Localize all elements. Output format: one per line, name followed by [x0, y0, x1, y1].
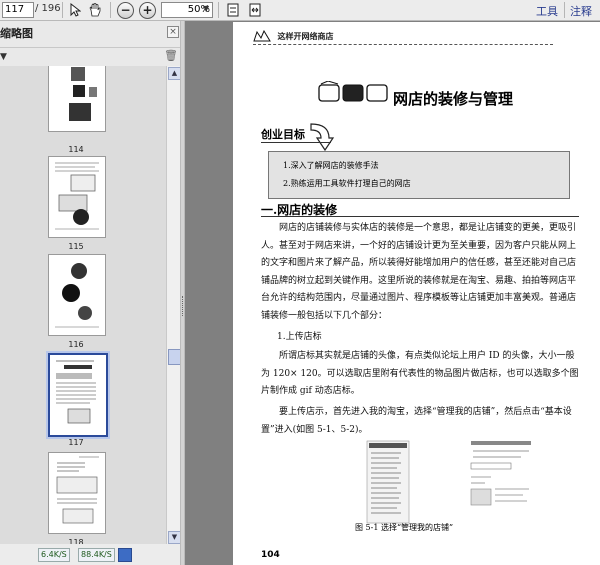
fit-page-icon[interactable]: [224, 1, 242, 19]
figure-screenshot: [361, 437, 539, 525]
thumbnail-page[interactable]: [48, 156, 106, 238]
thumbnail-page[interactable]: [48, 452, 106, 534]
thumbnail-page-number: 117: [68, 438, 84, 447]
body-paragraph: 网店的店铺装修与实体店的装修是一个意思，都是让店铺变的更美，更吸引人。甚至对于网…: [261, 223, 577, 321]
toolbar-separator: [62, 2, 63, 18]
comment-menu[interactable]: 注释: [570, 3, 592, 19]
section-rule: [261, 216, 579, 217]
document-page: 这样开网络商店 网店的装修与管理 创业目标 1.深入了解网店的装修手法 2.熟练…: [233, 22, 600, 565]
thumbnail-page[interactable]: [48, 66, 106, 132]
options-chevron-icon[interactable]: ▼: [0, 52, 7, 62]
thumbnail-page-number: 115: [68, 242, 84, 251]
body-paragraph: 所谓店标其实就是店铺的头像，有点类似论坛上用户 ID 的头像，大小一般为 120…: [261, 351, 579, 396]
goal-item: 1.深入了解网店的装修手法: [283, 161, 379, 170]
thumbnail-page-number: 114: [68, 145, 84, 154]
toolbar-separator: [110, 2, 111, 18]
hand-tool-icon[interactable]: [86, 1, 104, 19]
fit-width-icon[interactable]: [246, 1, 264, 19]
header-logo-icon: [253, 29, 271, 42]
body-paragraph: 要上传店示，首先进入我的淘宝，选择“管理我的店铺”，然后点击“基本设置”进入(如…: [261, 407, 572, 435]
thumbnail-list: 114 115 116 117 118: [0, 66, 166, 544]
figure-caption: 图 5-1 选择“管理我的店铺”: [355, 523, 454, 532]
thumbnail-panel: 缩略图 × ▼ 🗑 114 115 116 117 118 ▲ ▼ 6.4K/S…: [0, 21, 181, 565]
trash-icon[interactable]: 🗑: [164, 49, 178, 62]
document-viewport[interactable]: 这样开网络商店 网店的装修与管理 创业目标 1.深入了解网店的装修手法 2.熟练…: [185, 21, 600, 565]
toolbar-separator: [564, 2, 565, 18]
network-icon[interactable]: [118, 548, 132, 562]
page-number: 104: [261, 550, 280, 560]
toolbar-separator: [218, 2, 219, 18]
panel-title: 缩略图: [0, 27, 33, 40]
goal-rule: [261, 142, 331, 143]
goal-item: 2.熟练运用工具软件打理自己的网店: [283, 179, 411, 188]
running-header: 这样开网络商店: [253, 29, 334, 42]
thumbnail-page-number: 116: [68, 340, 84, 349]
chevron-down-icon[interactable]: ▼: [203, 2, 211, 16]
running-header-text: 这样开网络商店: [277, 31, 334, 41]
zoom-in-icon[interactable]: +: [139, 2, 156, 19]
tools-menu[interactable]: 工具: [536, 3, 558, 19]
goal-box: 1.深入了解网店的装修手法 2.熟练运用工具软件打理自己的网店: [268, 151, 570, 199]
zoom-out-icon[interactable]: −: [117, 2, 134, 19]
thumbnail-page[interactable]: [48, 254, 106, 336]
goal-arrow-icon: [310, 123, 335, 152]
download-speed-badge[interactable]: 6.4K/S: [38, 548, 70, 562]
upload-speed-badge[interactable]: 88.4K/S: [78, 548, 115, 562]
toolbar: 117 / 196 − + 50% ▼ 工具 注释: [0, 0, 600, 21]
subheading: 1.上传店标: [277, 332, 322, 342]
chapter-number-badge: [318, 81, 388, 102]
thumbnail-scrollbar[interactable]: ▲ ▼: [166, 66, 181, 544]
thumbnail-page-current[interactable]: [48, 353, 108, 437]
goal-heading: 创业目标: [261, 128, 305, 141]
splitter-grip[interactable]: [182, 296, 184, 316]
panel-status-bar: 6.4K/S 88.4K/S: [0, 544, 180, 565]
panel-options-row: ▼ 🗑: [0, 47, 180, 66]
page-number-input[interactable]: 117: [2, 2, 34, 18]
chapter-title: 网店的装修与管理: [393, 90, 514, 108]
close-icon[interactable]: ×: [167, 26, 179, 38]
page-total-label: / 196: [35, 3, 61, 14]
header-rule: [253, 44, 553, 45]
select-arrow-icon[interactable]: [66, 1, 84, 19]
